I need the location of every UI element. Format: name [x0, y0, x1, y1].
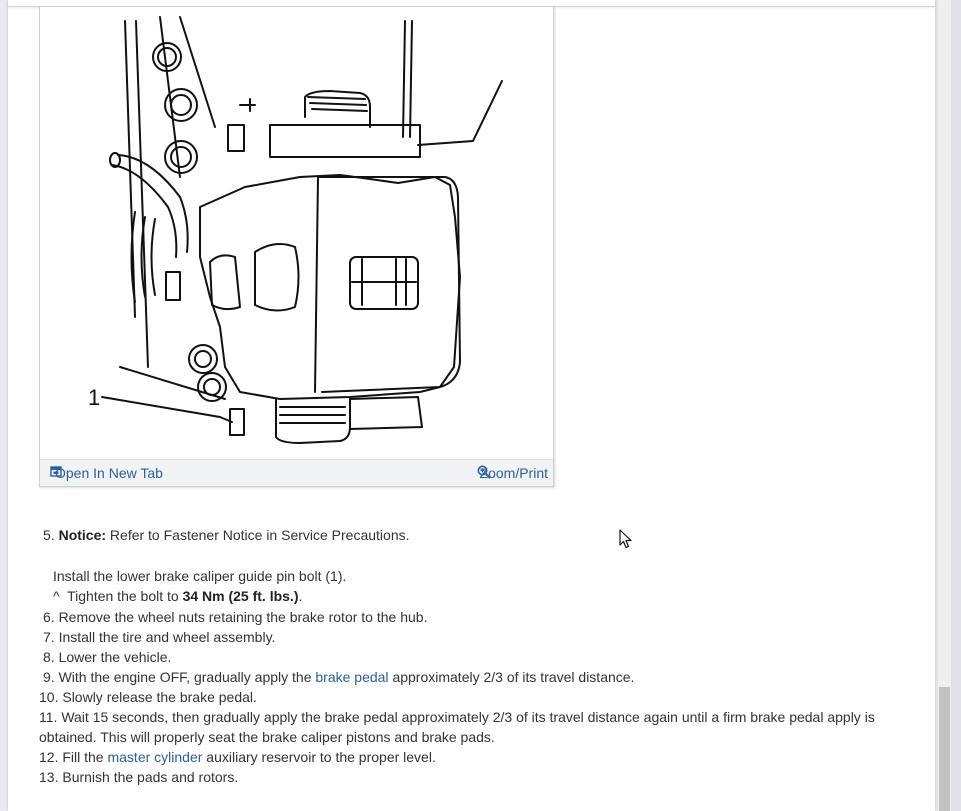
step-12-text-start: 12. Fill the	[39, 749, 104, 765]
step-10: 10. Slowly release the brake pedal.	[39, 689, 257, 705]
step-9: 9. With the engine OFF, gradually apply …	[43, 667, 634, 687]
step-5-text: Refer to Fastener Notice in Service Prec…	[109, 527, 410, 543]
step-9-text-start: 9. With the engine OFF, gradually apply …	[43, 669, 312, 685]
open-in-new-tab-label: Open In New Tab	[55, 465, 163, 481]
step-9-text-end: approximately 2/3 of its travel distance…	[392, 669, 635, 685]
open-in-new-tab-link[interactable]: Open In New Tab	[50, 465, 163, 481]
step-12: 12. Fill the master cylinder auxiliary r…	[39, 747, 436, 767]
step-11-line-2: obtained. This will properly seat the br…	[39, 729, 495, 745]
zoom-print-link[interactable]: Zoom/Print	[477, 465, 548, 481]
step-6: 6. Remove the wheel nuts retaining the b…	[43, 609, 428, 625]
tighten-instruction: ^ Tighten the bolt to 34 Nm (25 ft. lbs.…	[53, 586, 302, 606]
install-instruction: Install the lower brake caliper guide pi…	[53, 568, 347, 584]
notice-label: Notice:	[58, 527, 107, 543]
step-5-number: 5.	[43, 527, 55, 543]
step-11-line-1: 11. Wait 15 seconds, then gradually appl…	[39, 709, 875, 725]
mouse-pointer-icon	[619, 529, 633, 554]
brake-pedal-link[interactable]: brake pedal	[315, 669, 388, 685]
scrollbar-thumb[interactable]	[939, 687, 950, 811]
tighten-text: Tighten the bolt to	[67, 588, 179, 604]
step-7: 7. Install the tire and wheel assembly.	[43, 629, 276, 645]
tighten-period: .	[298, 588, 303, 604]
window-edge	[951, 0, 961, 811]
master-cylinder-link[interactable]: master cylinder	[107, 749, 202, 765]
callout-number: 1	[88, 385, 101, 410]
step-5: 5. Notice: Refer to Fastener Notice in S…	[43, 525, 410, 545]
tighten-caret: ^	[53, 588, 60, 604]
brake-caliper-illustration	[101, 16, 503, 444]
figure-toolbar: Open In New Tab Zoom/Print	[40, 459, 553, 486]
brake-caliper-figure: 1 Open In New Tab Zoom/Print	[39, 6, 554, 487]
step-13: 13. Burnish the pads and rotors.	[39, 769, 239, 785]
step-8: 8. Lower the vehicle.	[43, 649, 172, 665]
step-12-text-end: auxiliary reservoir to the proper level.	[206, 749, 436, 765]
torque-value: 34 Nm (25 ft. lbs.)	[182, 588, 299, 604]
